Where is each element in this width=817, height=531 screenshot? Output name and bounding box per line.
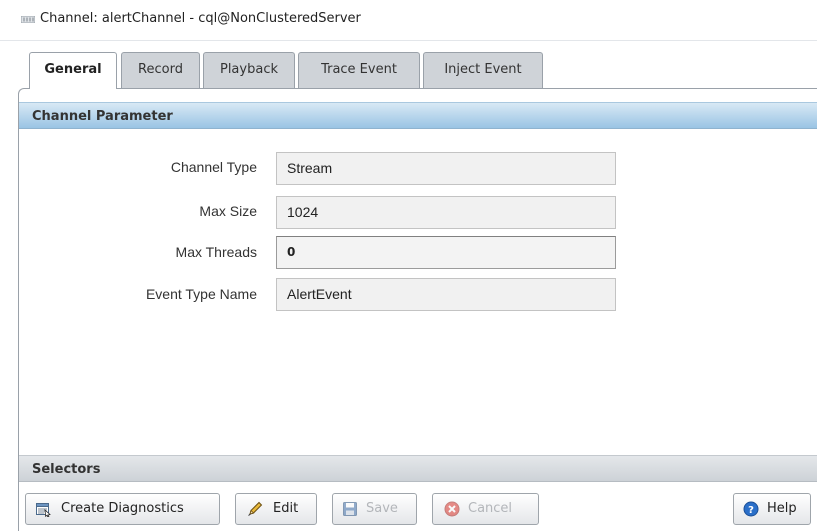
selectors-header: Selectors bbox=[19, 455, 817, 482]
tab-inject-event[interactable]: Inject Event bbox=[423, 52, 543, 88]
floppy-disk-icon bbox=[343, 502, 357, 516]
help-label: Help bbox=[767, 501, 797, 516]
event-type-name-field: AlertEvent bbox=[276, 278, 616, 311]
help-icon: ? bbox=[743, 501, 759, 517]
channel-type-field: Stream bbox=[276, 152, 616, 185]
channel-parameter-header: Channel Parameter bbox=[19, 102, 817, 129]
tab-trace-event[interactable]: Trace Event bbox=[298, 52, 420, 88]
help-button[interactable]: ? Help bbox=[733, 493, 811, 525]
window-title: Channel: alertChannel - cql@NonClustered… bbox=[40, 11, 361, 26]
tab-general[interactable]: General bbox=[29, 52, 117, 89]
max-size-field: 1024 bbox=[276, 196, 616, 229]
edit-label: Edit bbox=[273, 501, 299, 516]
max-size-label: Max Size bbox=[199, 203, 257, 219]
pencil-icon bbox=[248, 501, 263, 516]
save-label: Save bbox=[366, 501, 398, 516]
cancel-label: Cancel bbox=[468, 501, 513, 516]
save-button[interactable]: Save bbox=[332, 493, 417, 525]
cancel-button[interactable]: Cancel bbox=[432, 493, 539, 525]
svg-text:?: ? bbox=[748, 505, 754, 516]
max-threads-field: 0 bbox=[276, 236, 616, 269]
create-diagnostics-label: Create Diagnostics bbox=[61, 501, 184, 516]
diagnostics-icon bbox=[36, 503, 51, 517]
channel-type-label: Channel Type bbox=[170, 159, 257, 175]
edit-button[interactable]: Edit bbox=[235, 493, 317, 525]
event-type-name-label: Event Type Name bbox=[145, 286, 257, 302]
tab-playback[interactable]: Playback bbox=[203, 52, 295, 88]
create-diagnostics-button[interactable]: Create Diagnostics bbox=[25, 493, 220, 525]
max-threads-label: Max Threads bbox=[175, 244, 257, 260]
tab-record[interactable]: Record bbox=[121, 52, 200, 88]
cancel-x-icon bbox=[444, 501, 460, 517]
channel-icon bbox=[21, 16, 35, 23]
window-titlebar: Channel: alertChannel - cql@NonClustered… bbox=[0, 0, 817, 41]
